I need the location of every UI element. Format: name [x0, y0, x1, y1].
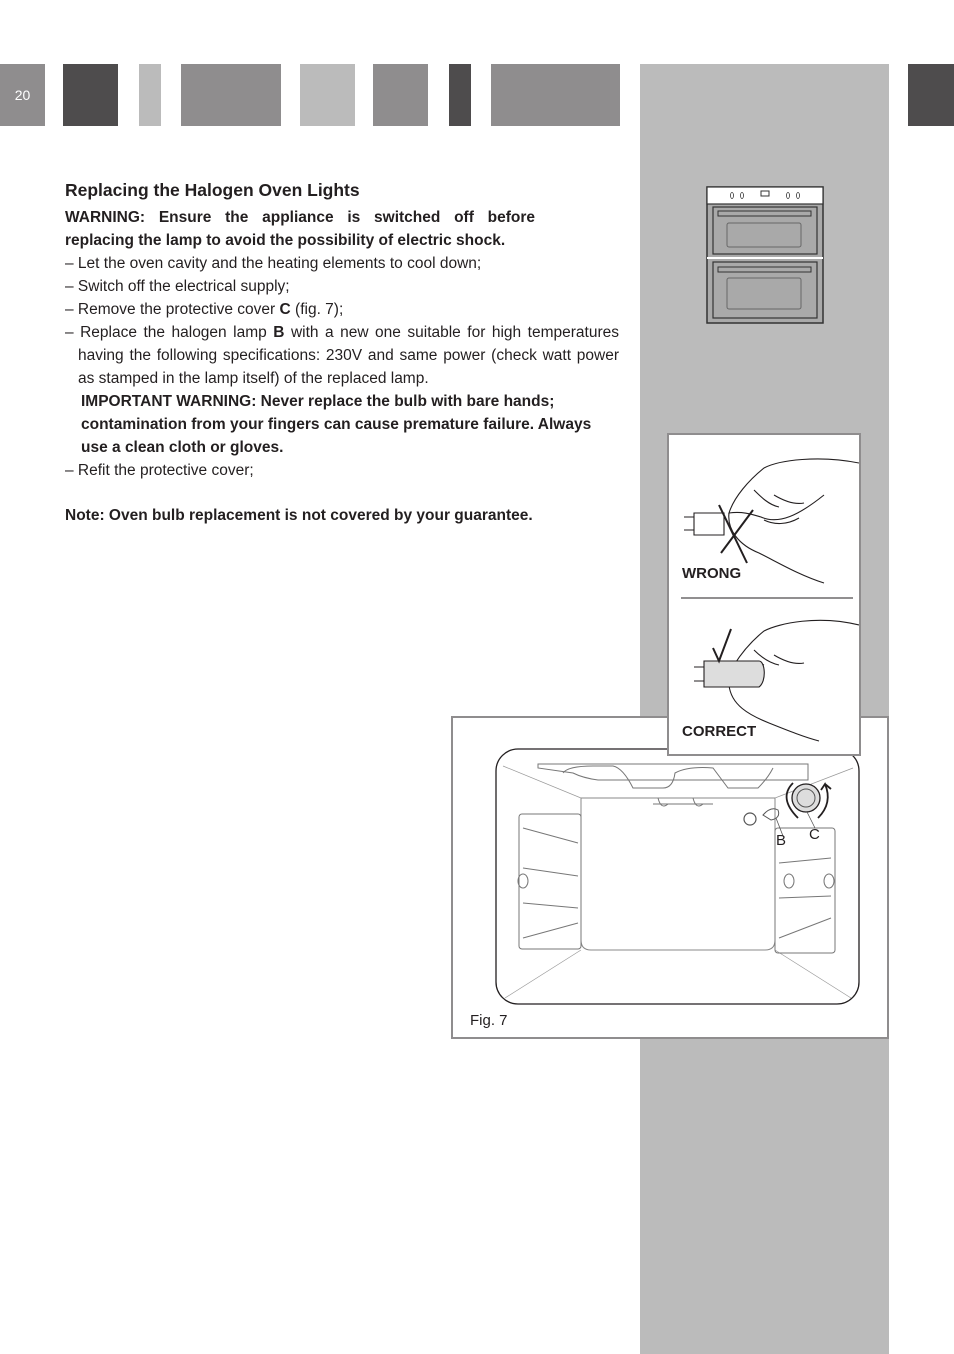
fig7-oven-interior: B C Fig. 7	[451, 716, 889, 1039]
header-bar	[908, 64, 954, 126]
part-label: B	[273, 324, 285, 341]
hand-illustrations	[681, 458, 859, 742]
section-title: Replacing the Halogen Oven Lights	[65, 180, 360, 200]
part-label: C	[279, 301, 291, 318]
step-item: – Refit the protective cover;	[65, 462, 254, 479]
oven-interior-drawing	[495, 748, 860, 1005]
step-text: – Replace the halogen lamp	[65, 324, 274, 341]
bulb-handling-panel: WRONG CORRECT	[667, 433, 861, 756]
header-bar	[449, 64, 471, 126]
step-text: – Remove the protective cover	[65, 301, 280, 318]
label-c: C	[809, 826, 820, 843]
oven-front-illustration	[706, 186, 824, 324]
warning-text: WARNING: Ensure the appliance is switche…	[65, 209, 535, 249]
important-warning: IMPORTANT WARNING: Never replace the bul…	[81, 393, 592, 456]
fig7-caption: Fig. 7	[470, 1012, 508, 1029]
step-item: – Let the oven cavity and the heating el…	[65, 255, 482, 272]
check-icon	[712, 628, 732, 664]
step-item: – Switch off the electrical supply;	[65, 278, 290, 295]
header-bar	[181, 64, 281, 126]
page-number: 20	[0, 64, 45, 126]
header-bar	[373, 64, 428, 126]
wrong-label: WRONG	[682, 565, 742, 582]
header-bar	[139, 64, 161, 126]
guarantee-note: Note: Oven bulb replacement is not cover…	[65, 507, 533, 524]
main-text: Replacing the Halogen Oven Lights WARNIN…	[65, 178, 619, 543]
step-item: – Remove the protective cover C (fig. 7)…	[65, 298, 619, 321]
header-bar	[491, 64, 620, 126]
step-item: – Replace the halogen lamp B with a new …	[65, 321, 619, 390]
lamp-socket-icon	[743, 812, 757, 826]
step-text: (fig. 7);	[290, 301, 344, 318]
page-number-text: 20	[14, 87, 31, 103]
correct-label: CORRECT	[682, 723, 757, 740]
header-bar	[300, 64, 355, 126]
label-b: B	[776, 832, 787, 849]
header-bar	[63, 64, 118, 126]
protective-cover-icon	[791, 783, 821, 813]
